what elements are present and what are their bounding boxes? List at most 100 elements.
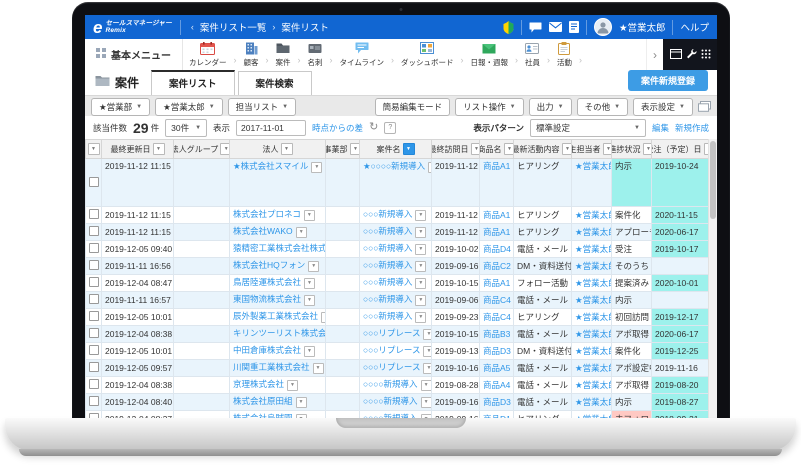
inline-menu-button[interactable]: ▼ [415,210,426,221]
column-filter-button[interactable]: ▼ [153,143,165,155]
inline-menu-button[interactable]: ▼ [415,295,426,306]
pattern-create-link[interactable]: 新規作成 [675,122,709,134]
owner-link[interactable]: ★営業太郎 [575,380,612,390]
action-button-リスト操作[interactable]: リスト操作▼ [455,98,523,116]
inline-menu-button[interactable]: ▼ [423,363,431,374]
owner-link[interactable]: ★営業太郎 [575,210,612,220]
chat-icon[interactable] [529,22,542,33]
column-filter-button[interactable]: ▼ [471,143,480,155]
inline-menu-button[interactable]: ▼ [287,380,298,391]
deal-link[interactable]: ○○○新規導入 [363,311,412,321]
row-checkbox[interactable] [89,294,99,304]
action-button-表示設定[interactable]: 表示設定▼ [633,98,693,116]
corporation-link[interactable]: 川関重工業株式会社 [233,362,310,372]
owner-link[interactable]: ★営業太郎 [575,329,612,339]
corporation-link[interactable]: ★株式会社スマイル [233,161,308,171]
tab-案件検索[interactable]: 案件検索 [238,71,312,95]
row-checkbox[interactable] [89,243,99,253]
inline-menu-button[interactable]: ▼ [304,295,315,306]
corporation-link[interactable]: 猿精密工業株式会社株式会社 [233,243,326,253]
owner-link[interactable]: ★営業太郎 [575,397,612,407]
menu-item-reports[interactable]: 日報・週報 [464,39,514,70]
inline-menu-button[interactable]: ▼ [313,363,324,374]
deal-link[interactable]: ○○○新規導入 [363,277,412,287]
deal-link[interactable]: ○○○リプレース [363,345,420,355]
breadcrumb-parent[interactable]: 案件リスト一覧 [200,20,267,34]
refresh-icon[interactable]: ↻ [369,122,378,133]
column-filter-button[interactable]: ▼ [504,143,514,155]
menu-item-employees[interactable]: 社員 [519,39,546,70]
app-logo[interactable]: e セールスマネージャー Remix [85,15,180,39]
product-link[interactable]: 商品C4 [483,295,511,305]
menu-item-customers[interactable]: 顧客 [238,39,265,70]
owner-link[interactable]: ★営業太郎 [575,295,612,305]
back-arrow-icon[interactable]: ‹ [191,22,194,32]
vertical-scrollbar[interactable] [708,139,717,418]
inline-menu-button[interactable]: ▼ [296,227,307,238]
menu-item-dashboard[interactable]: ダッシュボード [395,39,460,70]
inline-menu-button[interactable]: ▼ [304,210,315,221]
memo-icon[interactable] [569,21,579,33]
corporation-link[interactable]: 京理株式会社 [233,379,284,389]
row-checkbox[interactable] [89,311,99,321]
inline-menu-button[interactable]: ▼ [421,397,432,408]
column-filter-button[interactable]: ▼ [281,143,293,155]
corporation-link[interactable]: 中田倉庫株式会社 [233,345,301,355]
row-checkbox[interactable] [89,209,99,219]
column-filter-button[interactable]: ▼ [403,143,415,155]
deal-link[interactable]: ○○○新規導入 [363,294,412,304]
deal-link[interactable]: ○○○新規導入 [363,209,412,219]
menu-item-calendar[interactable]: カレンダー [183,39,233,70]
column-filter-button[interactable]: ▼ [603,143,612,155]
action-button-出力[interactable]: 出力▼ [529,98,572,116]
corporation-link[interactable]: 鳥居陸運株式会社 [233,277,301,287]
asof-date-input[interactable]: 2017-11-01 [236,120,306,136]
product-link[interactable]: 商品A1 [483,161,510,171]
window-icon[interactable] [670,46,682,64]
product-link[interactable]: 商品D4 [483,244,511,254]
action-button-簡易編集モード[interactable]: 簡易編集モード [375,98,451,116]
filter-chip[interactable]: ★営業太郎▼ [155,98,223,116]
wrench-icon[interactable] [686,46,697,64]
pattern-select[interactable]: 標準設定▼ [530,119,646,137]
column-filter-button[interactable]: ▼ [643,143,652,155]
owner-link[interactable]: ★営業太郎 [575,278,612,288]
inline-menu-button[interactable]: ▼ [415,278,426,289]
scrollbar-thumb[interactable] [710,141,716,219]
corporation-link[interactable]: 株式会社原田組 [233,396,293,406]
corporation-link[interactable]: 東国物流株式会社 [233,294,301,304]
beginner-icon[interactable] [503,21,514,34]
product-link[interactable]: 商品A1 [483,227,510,237]
row-checkbox[interactable] [89,260,99,270]
menu-item-cards[interactable]: 名刺 [302,39,329,70]
help-tip-icon[interactable]: ? [384,122,396,134]
inline-menu-button[interactable]: ▼ [311,162,322,173]
inline-menu-button[interactable]: ▼ [415,312,426,323]
menu-item-timeline[interactable]: タイムライン [334,39,390,70]
product-link[interactable]: 商品D3 [483,346,511,356]
row-checkbox[interactable] [89,396,99,406]
page-size-select[interactable]: 30件▼ [165,119,207,137]
inline-menu-button[interactable]: ▼ [423,346,431,357]
deal-link[interactable]: ○○○○新規導入 [363,396,418,406]
owner-link[interactable]: ★営業太郎 [575,244,612,254]
product-link[interactable]: 商品C2 [483,261,511,271]
row-checkbox[interactable] [89,177,99,187]
diff-link[interactable]: 時点からの差 [312,122,363,134]
inline-menu-button[interactable]: ▼ [421,380,432,391]
deal-link[interactable]: ○○○新規導入 [363,260,412,270]
product-link[interactable]: 商品A4 [483,380,510,390]
avatar[interactable] [594,18,612,36]
user-name[interactable]: ★営業太郎 [619,20,666,34]
menu-item-cases[interactable]: 案件 [270,39,297,70]
filter-chip[interactable]: ★営業部▼ [91,98,150,116]
product-link[interactable]: 商品D3 [483,397,511,407]
product-link[interactable]: 商品A1 [483,278,510,288]
corporation-link[interactable]: 辰外製薬工業株式会社 [233,311,318,321]
row-checkbox[interactable] [89,277,99,287]
tab-案件リスト[interactable]: 案件リスト [151,70,235,95]
deal-link[interactable]: ○○○新規導入 [363,226,412,236]
owner-link[interactable]: ★営業太郎 [575,161,612,171]
owner-link[interactable]: ★営業太郎 [575,346,612,356]
corporation-link[interactable]: キリンツーリスト株式会社 [233,328,326,338]
